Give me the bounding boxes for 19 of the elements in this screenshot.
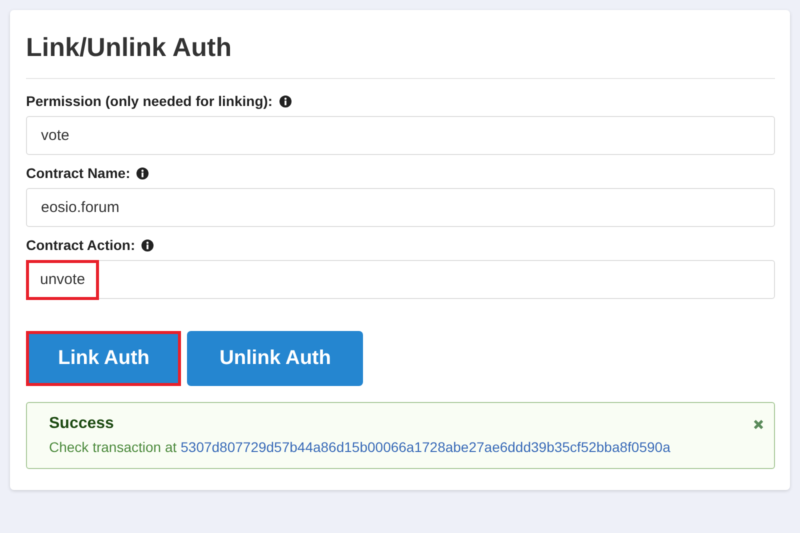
info-icon[interactable] <box>278 94 292 108</box>
field-label: Contract Name: <box>26 165 130 181</box>
transaction-link[interactable]: 5307d807729d57b44a86d15b00066a1728abe27ae6ddd39b35cf52bba8f0590a <box>180 439 670 455</box>
page-title: Link/Unlink Auth <box>26 32 233 62</box>
input-field[interactable]: unvote <box>26 260 775 299</box>
input-field[interactable]: eosio.forum <box>26 188 775 227</box>
field-label: Permission (only needed for linking): <box>26 93 273 109</box>
info-icon[interactable] <box>141 238 154 252</box>
alert-message: Check transaction at <box>49 439 177 455</box>
field-label: Contract Action: <box>26 237 136 253</box>
auth-button[interactable]: Link Auth <box>26 331 182 386</box>
alert-title: Success <box>49 415 115 433</box>
field-value: eosio.forum <box>40 198 120 218</box>
close-icon[interactable] <box>753 419 764 430</box>
field-value: unvote <box>26 260 100 300</box>
input-field[interactable]: vote <box>26 116 775 155</box>
auth-button[interactable]: Unlink Auth <box>187 331 363 386</box>
info-icon[interactable] <box>136 166 150 180</box>
field-value: vote <box>40 126 70 146</box>
